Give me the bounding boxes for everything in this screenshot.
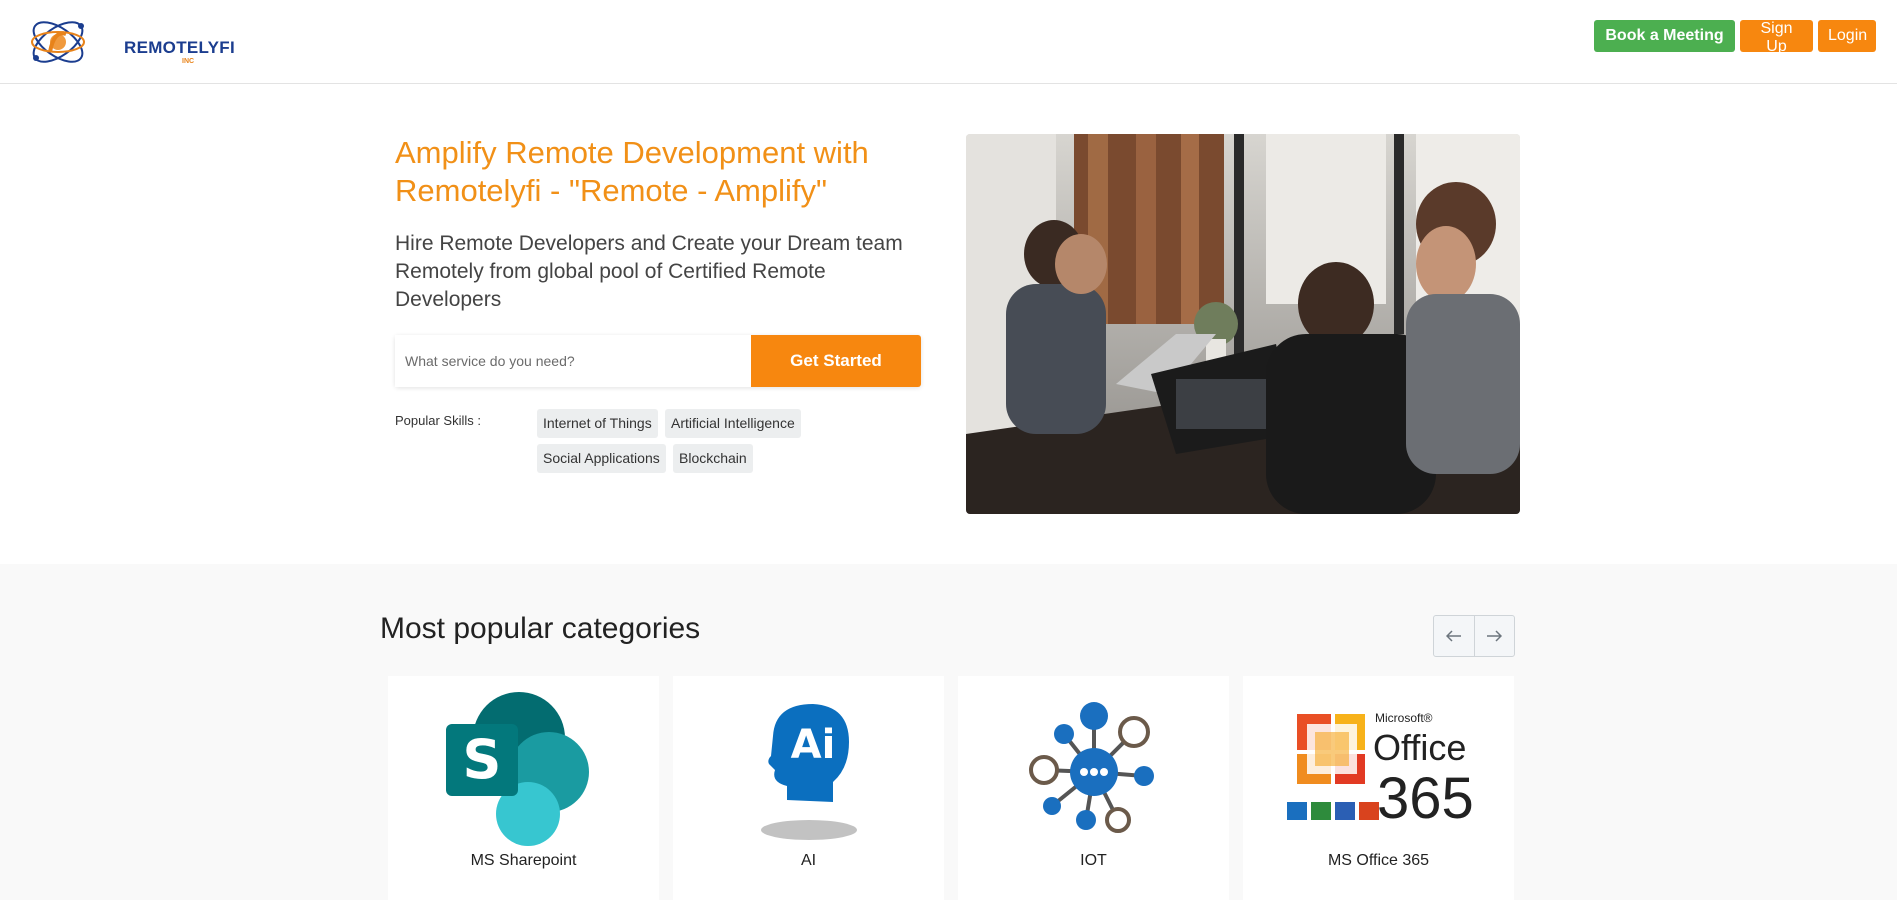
brand-name: REMOTELYFI: [124, 38, 235, 57]
category-card-iot[interactable]: IOT: [958, 676, 1229, 900]
carousel-next-button[interactable]: [1473, 616, 1514, 656]
hero-subtitle: Hire Remote Developers and Create your D…: [395, 232, 903, 311]
categories-section: [0, 564, 1897, 900]
service-search-input[interactable]: [395, 335, 751, 387]
skill-chip-blockchain[interactable]: Blockchain: [673, 444, 753, 473]
svg-text:S: S: [462, 728, 501, 791]
skill-chip-iot[interactable]: Internet of Things: [537, 409, 658, 438]
category-card-ai[interactable]: Ai AI: [673, 676, 944, 900]
skill-chip-ai[interactable]: Artificial Intelligence: [665, 409, 801, 438]
popular-skills-label: Popular Skills :: [395, 413, 481, 428]
hero-team-photo: [966, 134, 1520, 514]
brand-sub: INC: [182, 58, 195, 65]
office-num-text: 365: [1377, 766, 1474, 831]
logo-globe-icon: [31, 21, 85, 63]
sign-up-button[interactable]: Sign Up: [1740, 20, 1813, 55]
carousel-prev-button[interactable]: [1434, 616, 1474, 656]
book-meeting-button[interactable]: Book a Meeting: [1594, 20, 1735, 52]
ai-head-icon: Ai: [709, 690, 909, 848]
office-word-text: Office: [1373, 727, 1466, 768]
category-label: AI: [800, 852, 817, 869]
office365-logo: Microsoft® Office 365: [1279, 690, 1479, 848]
sharepoint-icon: S: [424, 690, 624, 848]
office-brand-text: Microsoft®: [1375, 711, 1433, 725]
category-card-sharepoint[interactable]: S MS Sharepoint: [388, 676, 659, 900]
brand-logo[interactable]: REMOTELYFI INC: [26, 8, 236, 74]
category-label: IOT: [1080, 852, 1107, 869]
site-header: REMOTELYFI INC Book a Meeting Sign Up Lo…: [0, 0, 1897, 84]
categories-title: Most popular categories: [380, 612, 701, 645]
iot-network-icon: [994, 690, 1194, 848]
get-started-button[interactable]: Get Started: [751, 335, 921, 387]
category-card-office365[interactable]: Microsoft® Office 365 MS Office 365: [1243, 676, 1514, 900]
login-button[interactable]: Login: [1818, 20, 1876, 52]
arrow-left-icon: [1445, 630, 1461, 642]
arrow-right-icon: [1487, 630, 1503, 642]
svg-text:Ai: Ai: [790, 722, 835, 768]
category-label: MS Office 365: [1327, 852, 1430, 869]
hero-title: Amplify Remote Development with Remotely…: [395, 135, 869, 208]
service-search: Get Started: [395, 335, 921, 387]
carousel-nav: [1433, 615, 1515, 657]
skill-chip-social[interactable]: Social Applications: [537, 444, 666, 473]
category-label: MS Sharepoint: [470, 852, 577, 869]
